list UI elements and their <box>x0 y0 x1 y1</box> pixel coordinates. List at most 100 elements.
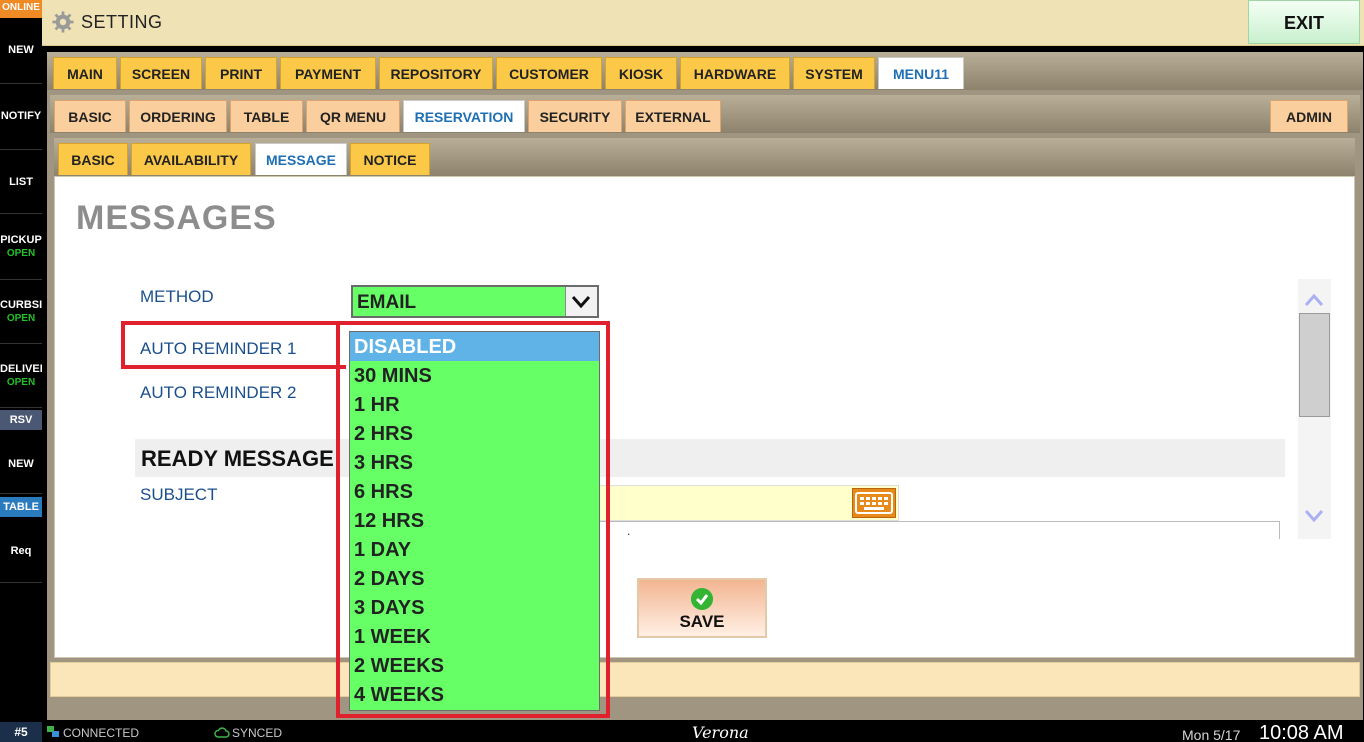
dropdown-option[interactable]: 30 MINS <box>350 361 599 390</box>
chevron-down-icon <box>571 296 591 309</box>
clock: 10:08 AM <box>1259 722 1344 742</box>
sidebar-item-label: NOTIFY <box>0 110 42 122</box>
dropdown-option[interactable]: 1 HR <box>350 390 599 419</box>
sidebar-item-rsv-new[interactable]: NEW <box>0 432 42 494</box>
tab-admin[interactable]: ADMIN <box>1270 100 1348 132</box>
dropdown-option[interactable]: 2 WEEKS <box>350 651 599 680</box>
tab-row-reservation: BASIC AVAILABILITY MESSAGE NOTICE <box>54 138 1355 176</box>
dropdown-option-disabled[interactable]: DISABLED <box>350 332 599 361</box>
ready-message-section: READY MESSAGE <box>135 439 1285 477</box>
tab-print[interactable]: PRINT <box>205 57 277 89</box>
method-label: METHOD <box>140 287 214 306</box>
dropdown-option[interactable]: 2 HRS <box>350 419 599 448</box>
title-bar: SETTING EXIT <box>42 0 1364 46</box>
tab-menu11[interactable]: MENU11 <box>878 57 964 89</box>
chevron-up-icon[interactable] <box>1303 291 1325 309</box>
sidebar: ONLINE NEW NOTIFY LIST PICKUP OPEN CURBS… <box>0 0 42 722</box>
subject-label: SUBJECT <box>140 485 218 504</box>
tab-payment[interactable]: PAYMENT <box>280 57 376 89</box>
sidebar-item-new[interactable]: NEW <box>0 18 42 84</box>
auto-reminder-dropdown[interactable]: DISABLED 30 MINS 1 HR 2 HRS 3 HRS 6 HRS … <box>349 331 600 711</box>
tab-security[interactable]: SECURITY <box>528 100 622 132</box>
tab-hardware[interactable]: HARDWARE <box>680 57 790 89</box>
dropdown-option[interactable]: 4 WEEKS <box>350 680 599 709</box>
method-select[interactable]: EMAIL <box>351 285 599 318</box>
station-number: #5 <box>0 722 42 742</box>
pickup-status: OPEN <box>6 248 36 259</box>
checkmark-icon <box>691 588 713 610</box>
keyboard-button[interactable] <box>852 488 896 518</box>
dropdown-option[interactable]: 6 HRS <box>350 477 599 506</box>
online-badge: ONLINE <box>0 0 42 18</box>
tab-customer[interactable]: CUSTOMER <box>496 57 602 89</box>
auto-reminder-2-label: AUTO REMINDER 2 <box>140 383 297 402</box>
sidebar-item-label: CURBSID <box>0 299 42 311</box>
dropdown-option[interactable]: 12 HRS <box>350 506 599 535</box>
keyboard-icon <box>855 492 893 514</box>
sidebar-item-label: DELIVER <box>0 363 42 375</box>
tab-row-main: MAIN SCREEN PRINT PAYMENT REPOSITORY CUS… <box>47 52 1363 90</box>
save-label: SAVE <box>679 612 725 631</box>
sidebar-item-label: Req <box>10 545 32 557</box>
status-bar: #5 CONNECTED SYNCED Verona Mon 5/17 10:0… <box>0 722 1364 742</box>
tab-qr-menu[interactable]: QR MENU <box>306 100 400 132</box>
tab-main[interactable]: MAIN <box>53 57 117 89</box>
sidebar-item-curbside[interactable]: CURBSID OPEN <box>0 280 42 344</box>
tab-notice[interactable]: NOTICE <box>350 143 430 175</box>
tab-message[interactable]: MESSAGE <box>255 143 347 175</box>
dropdown-option[interactable]: 1 WEEK <box>350 622 599 651</box>
method-value: EMAIL <box>357 292 417 313</box>
delivery-status: OPEN <box>6 377 36 388</box>
rsv-tag: RSV <box>0 410 42 430</box>
page-title: MESSAGES <box>76 199 277 237</box>
tab-row-menu11: BASIC ORDERING TABLE QR MENU RESERVATION… <box>50 95 1360 133</box>
sidebar-item-list[interactable]: LIST <box>0 150 42 214</box>
tab-reservation[interactable]: RESERVATION <box>403 100 525 132</box>
footer-bar <box>50 662 1360 697</box>
sync-status: SYNCED <box>232 726 283 740</box>
sidebar-item-delivery[interactable]: DELIVER OPEN <box>0 344 42 408</box>
app-root: ONLINE NEW NOTIFY LIST PICKUP OPEN CURBS… <box>0 0 1364 742</box>
section-title: READY MESSAGE <box>141 446 334 471</box>
chevron-down-icon[interactable] <box>1303 507 1325 525</box>
curbside-status: OPEN <box>6 313 36 324</box>
auto-reminder-highlight <box>121 321 346 369</box>
tab-external[interactable]: EXTERNAL <box>625 100 721 132</box>
tab-basic[interactable]: BASIC <box>54 100 126 132</box>
connection-status: CONNECTED <box>63 726 140 740</box>
sidebar-item-req[interactable]: Req <box>0 519 42 583</box>
save-button[interactable]: SAVE <box>637 578 767 638</box>
exit-button[interactable]: EXIT <box>1248 0 1360 44</box>
cloud-icon <box>214 727 230 738</box>
dropdown-option[interactable]: 1 DAY <box>350 535 599 564</box>
tab-system[interactable]: SYSTEM <box>793 57 875 89</box>
window-title: SETTING <box>81 12 163 32</box>
message-text: . <box>627 524 631 538</box>
sidebar-item-label: PICKUP <box>0 234 42 246</box>
dropdown-option[interactable]: 3 HRS <box>350 448 599 477</box>
tab-kiosk[interactable]: KIOSK <box>605 57 677 89</box>
tab-availability[interactable]: AVAILABILITY <box>131 143 251 175</box>
gear-icon <box>52 11 74 33</box>
tab-repository[interactable]: REPOSITORY <box>379 57 493 89</box>
content-panel: MESSAGES METHOD EMAIL AUTO REMINDER 1 AU… <box>54 176 1355 658</box>
date-display: Mon 5/17 <box>1182 727 1241 742</box>
settings-frame: MAIN SCREEN PRINT PAYMENT REPOSITORY CUS… <box>47 52 1363 720</box>
sidebar-item-pickup[interactable]: PICKUP OPEN <box>0 214 42 280</box>
dropdown-option[interactable]: 3 DAYS <box>350 593 599 622</box>
scrollbar-thumb[interactable] <box>1299 313 1330 417</box>
app-name: Verona <box>692 723 749 742</box>
tab-ordering[interactable]: ORDERING <box>129 100 227 132</box>
table-tag: TABLE <box>0 497 42 517</box>
scrollbar[interactable] <box>1298 279 1331 539</box>
dropdown-option[interactable]: 2 DAYS <box>350 564 599 593</box>
tab-res-basic[interactable]: BASIC <box>58 143 128 175</box>
sidebar-item-label: NEW <box>8 44 34 56</box>
tab-table[interactable]: TABLE <box>230 100 303 132</box>
select-arrow[interactable] <box>565 287 597 316</box>
network-icon <box>47 726 59 737</box>
sidebar-item-label: NEW <box>8 458 34 470</box>
sidebar-item-notify[interactable]: NOTIFY <box>0 84 42 150</box>
sidebar-item-label: LIST <box>9 176 33 188</box>
tab-screen[interactable]: SCREEN <box>120 57 202 89</box>
